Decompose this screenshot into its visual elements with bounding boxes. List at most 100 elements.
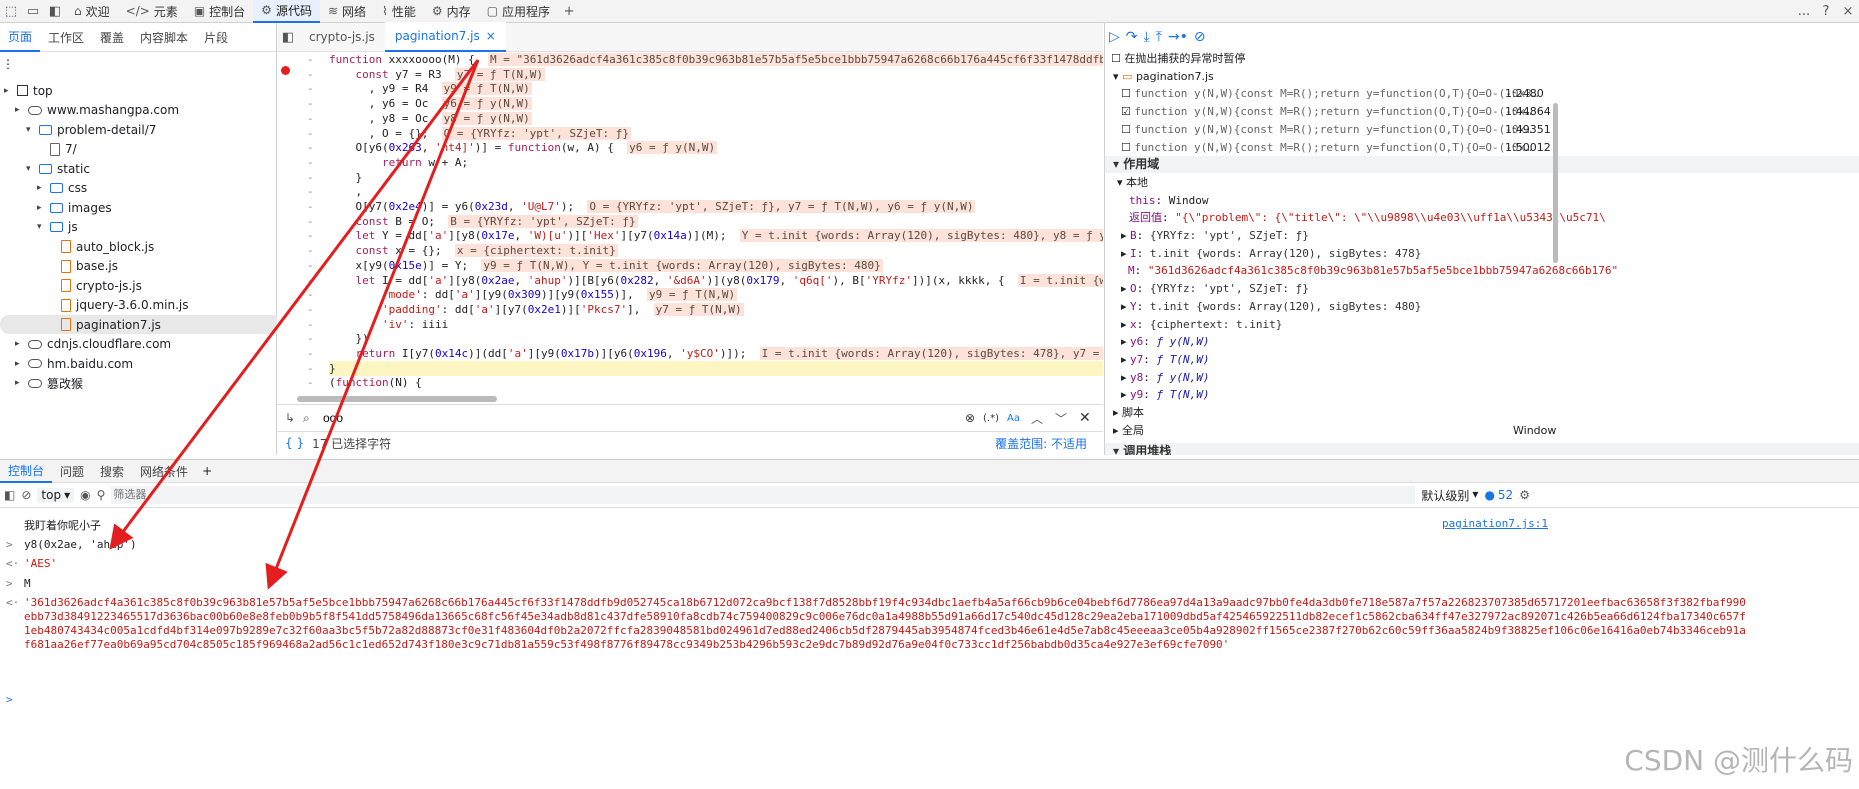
navigator-tab[interactable]: 片段 bbox=[196, 23, 236, 51]
line-gutter[interactable]: - bbox=[307, 140, 314, 155]
step-over-icon[interactable]: ↷ bbox=[1126, 29, 1138, 45]
tree-item[interactable]: ▸ images bbox=[37, 198, 112, 217]
code-line[interactable]: let I = dd['a'][y8(0x2ae, 'ahup')][B[y6(… bbox=[329, 273, 1103, 288]
scope-var[interactable]: ▸ x: {ciphertext: t.init} bbox=[1105, 316, 1859, 333]
code-line[interactable]: 'padding': dd['a'][y7(0x2e1)]['Pkcs7'], … bbox=[329, 302, 1103, 317]
line-gutter[interactable]: - bbox=[307, 258, 314, 273]
deactivate-breakpoints-icon[interactable]: ⊘ bbox=[1194, 29, 1206, 45]
local-scope[interactable]: ▾ 本地 bbox=[1105, 174, 1859, 191]
code-line[interactable]: , y9 = R4 y9 = ƒ T(N,W) bbox=[329, 81, 1103, 96]
line-gutter[interactable]: - bbox=[307, 67, 314, 82]
previous-match-icon[interactable]: ︿ bbox=[1031, 410, 1055, 427]
line-gutter[interactable]: - bbox=[307, 346, 314, 361]
scope-section[interactable]: ▾ 作用域 bbox=[1105, 156, 1859, 174]
pretty-print-button[interactable]: { } bbox=[277, 436, 312, 450]
step-icon[interactable]: →• bbox=[1168, 29, 1188, 45]
line-gutter[interactable]: - bbox=[307, 375, 314, 390]
tree-item[interactable]: crypto-js.js bbox=[48, 276, 142, 295]
coverage-link[interactable]: 覆盖范围: 不适用 bbox=[995, 435, 1103, 452]
expand-arrow-icon[interactable]: ▸ bbox=[15, 105, 23, 115]
help-icon[interactable]: ? bbox=[1815, 0, 1837, 22]
sidebar-toggle-icon[interactable]: ◧ bbox=[4, 488, 15, 502]
code-line[interactable]: 'mode': dd['a'][y9(0x309)][y9(0x155)], y… bbox=[329, 287, 1103, 302]
line-gutter[interactable]: - bbox=[307, 214, 314, 229]
code-line[interactable]: O[y7(0x2e4)] = y6(0x23d, 'U@L7'); O = {Y… bbox=[329, 199, 1103, 214]
script-scope-row[interactable]: ▸ 脚本 bbox=[1105, 404, 1859, 421]
scope-var[interactable]: ▸ y7: ƒ T(N,W) bbox=[1105, 351, 1859, 368]
tree-item[interactable]: ▾ static bbox=[26, 159, 90, 178]
navigator-tab[interactable]: 工作区 bbox=[40, 23, 92, 51]
line-gutter[interactable]: - bbox=[307, 331, 314, 346]
tree-item[interactable]: jquery-3.6.0.min.js bbox=[48, 296, 188, 315]
drawer-tab[interactable]: 控制台 bbox=[0, 459, 53, 483]
scope-var[interactable]: 返回值: "{\"problem\": {\"title\": \"\\u989… bbox=[1105, 209, 1859, 226]
navigator-tab[interactable]: 覆盖 bbox=[92, 23, 132, 51]
scope-var[interactable]: ▸ B: {YRYfz: 'ypt', SZjeT: ƒ} bbox=[1105, 227, 1859, 244]
breakpoints-file-row[interactable]: ▾ ▭ pagination7.js bbox=[1105, 68, 1859, 85]
tree-item[interactable]: ▸ hm.baidu.com bbox=[15, 354, 133, 373]
line-gutter[interactable]: - bbox=[307, 155, 314, 170]
line-gutter[interactable]: - bbox=[307, 199, 314, 214]
code-line[interactable]: let Y = dd['a'][y8(0x17e, 'W)[u')]['Hex'… bbox=[329, 228, 1103, 243]
line-gutter[interactable]: - bbox=[307, 111, 314, 126]
navigator-tab[interactable]: 页面 bbox=[0, 22, 41, 52]
scope-var[interactable]: ▸ y9: ƒ T(N,W) bbox=[1105, 386, 1859, 403]
line-gutter[interactable]: - bbox=[307, 126, 314, 141]
live-expression-icon[interactable]: ◉ bbox=[80, 488, 90, 502]
search-input[interactable] bbox=[321, 410, 965, 426]
panel-tab-2[interactable]: ▣ 控制台 bbox=[186, 0, 253, 22]
global-scope-row[interactable]: ▸ 全局 Window bbox=[1105, 422, 1859, 439]
step-out-icon[interactable]: ⤒ bbox=[1156, 29, 1162, 45]
line-gutter[interactable]: - bbox=[307, 52, 314, 67]
code-line[interactable]: const B = O; B = {YRYfz: 'ypt', SZjeT: ƒ… bbox=[329, 214, 1103, 229]
checkbox[interactable]: ☐ bbox=[1105, 52, 1121, 65]
expand-arrow-icon[interactable]: ▾ bbox=[37, 222, 45, 232]
callstack-section[interactable]: ▾ 调用堆栈 bbox=[1105, 443, 1859, 455]
expand-arrow-icon[interactable]: ▸ bbox=[15, 378, 23, 388]
context-selector[interactable]: top ▾ bbox=[37, 488, 75, 502]
panel-tab-7[interactable]: ▢ 应用程序 bbox=[479, 0, 558, 22]
tree-item[interactable]: ▸ css bbox=[37, 179, 87, 198]
settings-icon[interactable]: ⚙ bbox=[1519, 488, 1530, 502]
inspect-icon[interactable]: ⬚ bbox=[0, 0, 22, 22]
panel-tab-4[interactable]: ≋ 网络 bbox=[320, 0, 374, 22]
tree-item[interactable]: ▾ problem-detail/7 bbox=[26, 120, 156, 139]
code-area[interactable]: - function xxxxoooo(M) { M = "361d3626adc… bbox=[277, 52, 1103, 404]
scope-var[interactable]: M: "361d3626adcf4a361c385c8f0b39c963b81e… bbox=[1105, 262, 1859, 279]
expand-arrow-icon[interactable]: ▸ bbox=[15, 339, 23, 349]
tree-item[interactable]: ▸ cdnjs.cloudflare.com bbox=[15, 335, 171, 354]
match-case-toggle[interactable]: Aa bbox=[1007, 413, 1031, 424]
code-line[interactable]: x[y9(0x15e)] = Y; y9 = ƒ T(N,W), Y = t.i… bbox=[329, 258, 1103, 273]
scope-var[interactable]: this: Window bbox=[1105, 192, 1859, 209]
code-line[interactable]: } bbox=[329, 360, 1103, 376]
regex-toggle[interactable]: (.*) bbox=[983, 413, 1007, 424]
breakpoint-checkbox[interactable]: ☐ bbox=[1105, 123, 1131, 136]
tab-pagination7[interactable]: pagination7.js × bbox=[384, 22, 506, 52]
scope-var[interactable]: ▸ y6: ƒ y(N,W) bbox=[1105, 333, 1859, 350]
breakpoint-row[interactable]: ☑ function y(N,W){const M=R();return y=f… bbox=[1105, 103, 1859, 120]
tree-item[interactable]: ▸ www.mashangpa.com bbox=[15, 101, 179, 120]
panel-tab-0[interactable]: ⌂ 欢迎 bbox=[66, 0, 118, 22]
code-line[interactable]: const x = {}; x = {ciphertext: t.init} bbox=[329, 243, 1103, 258]
line-gutter[interactable]: - bbox=[307, 96, 314, 111]
breakpoint-row[interactable]: ☐ function y(N,W){const M=R();return y=f… bbox=[1105, 121, 1859, 138]
add-drawer-tab-icon[interactable]: + bbox=[196, 464, 218, 478]
code-line[interactable]: , O = {}; O = {YRYfz: 'ypt', SZjeT: ƒ} bbox=[329, 126, 1103, 141]
resume-icon[interactable]: ▷ bbox=[1109, 29, 1120, 45]
line-gutter[interactable]: - bbox=[307, 317, 314, 332]
expand-arrow-icon[interactable]: ▾ bbox=[26, 164, 34, 174]
drawer-tab[interactable]: 搜索 bbox=[92, 460, 132, 482]
code-line[interactable]: , y8 = Oc y8 = ƒ y(N,W) bbox=[329, 111, 1103, 126]
log-level-select[interactable]: 默认级别 ▾ bbox=[1421, 487, 1478, 504]
line-gutter[interactable]: - bbox=[307, 228, 314, 243]
right-scrollbar[interactable] bbox=[1553, 103, 1558, 263]
close-tab-icon[interactable]: × bbox=[486, 29, 496, 43]
panel-tab-1[interactable]: </> 元素 bbox=[118, 0, 186, 22]
line-gutter[interactable]: - bbox=[307, 302, 314, 317]
console-prompt[interactable]: > bbox=[0, 693, 1859, 706]
tab-crypto-js[interactable]: crypto-js.js bbox=[299, 23, 385, 51]
drawer-tab[interactable]: 问题 bbox=[52, 460, 92, 482]
tree-item[interactable]: base.js bbox=[48, 257, 118, 276]
drawer-tab[interactable]: 网络条件 bbox=[132, 460, 196, 482]
code-line[interactable]: 'iv': iiii bbox=[329, 317, 1103, 332]
